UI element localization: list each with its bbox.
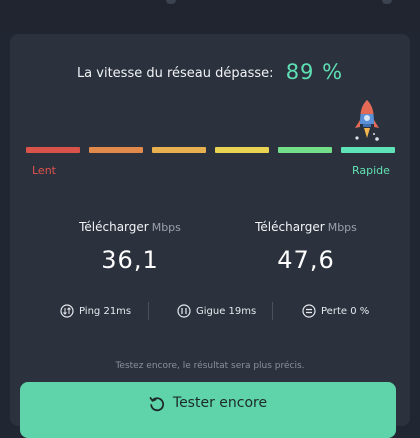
metric-title: Télécharger Mbps <box>236 220 376 234</box>
slow-label: Lent <box>32 164 56 177</box>
divider <box>272 302 273 320</box>
status-indicator-icon <box>382 0 392 4</box>
ping-label: Ping 21ms <box>79 305 132 317</box>
headline-text: La vitesse du réseau dépasse: <box>76 66 274 81</box>
loss-stat: Perte 0 % <box>302 302 369 320</box>
speed-segment <box>89 147 143 153</box>
metric-title-text: Télécharger <box>79 220 149 234</box>
metric-value: 36,1 <box>101 246 159 274</box>
speed-segment <box>152 147 206 153</box>
download-metric-right: Télécharger Mbps 47,6 <box>236 220 376 274</box>
divider <box>148 302 149 320</box>
speed-segment <box>26 147 80 153</box>
rocket-icon <box>355 100 379 141</box>
speed-result-card: La vitesse du réseau dépasse: 89 % Lent … <box>10 34 410 438</box>
metric-unit: Mbps <box>327 221 357 234</box>
speed-segment <box>215 147 269 153</box>
loss-label: Perte 0 % <box>321 305 370 317</box>
speed-headline: La vitesse du réseau dépasse: 89 % <box>10 60 410 84</box>
download-metric-left: Télécharger Mbps 36,1 <box>60 220 200 274</box>
metric-unit: Mbps <box>151 221 181 234</box>
fast-label: Rapide <box>352 164 390 177</box>
retest-hint: Testez encore, le résultat sera plus pré… <box>115 361 305 371</box>
status-indicator-icon <box>166 0 176 4</box>
top-strip <box>0 0 420 32</box>
jitter-stat: Gigue 19ms <box>177 302 256 320</box>
metric-title-text: Télécharger <box>255 220 325 234</box>
jitter-label: Gigue 19ms <box>196 305 257 317</box>
speed-segment <box>278 147 332 153</box>
percent-value: 89 % <box>285 60 344 84</box>
retest-button[interactable]: Tester encore <box>20 382 396 438</box>
ping-icon <box>60 304 74 318</box>
speed-scale <box>26 147 396 153</box>
retest-button-label: Tester encore <box>172 395 268 411</box>
jitter-icon <box>177 304 191 318</box>
ping-stat: Ping 21ms <box>60 302 131 320</box>
refresh-icon <box>149 397 164 412</box>
speed-segment <box>341 147 395 153</box>
loss-icon <box>302 304 316 318</box>
metric-value: 47,6 <box>277 246 335 274</box>
network-stats: Ping 21ms Gigue 19ms Perte 0 % <box>10 302 410 322</box>
metric-title: Télécharger Mbps <box>60 220 200 234</box>
